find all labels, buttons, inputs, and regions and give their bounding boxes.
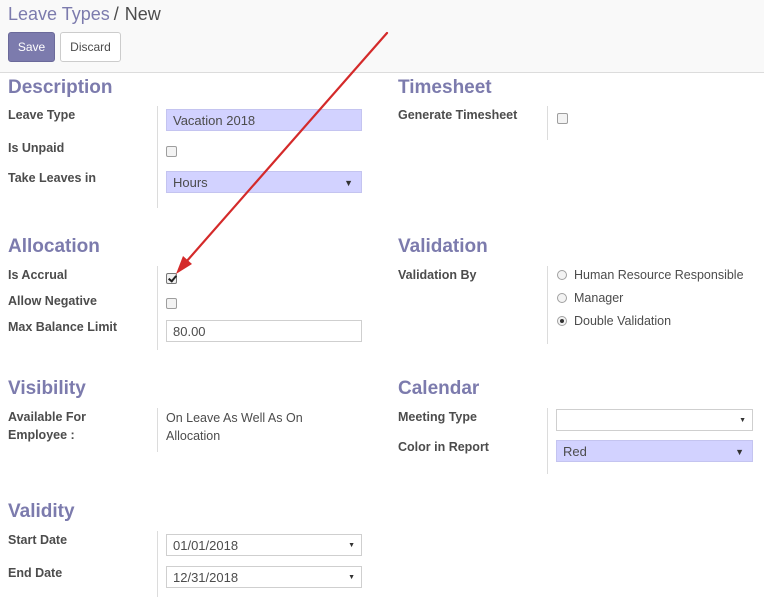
red-arrow — [176, 31, 389, 274]
